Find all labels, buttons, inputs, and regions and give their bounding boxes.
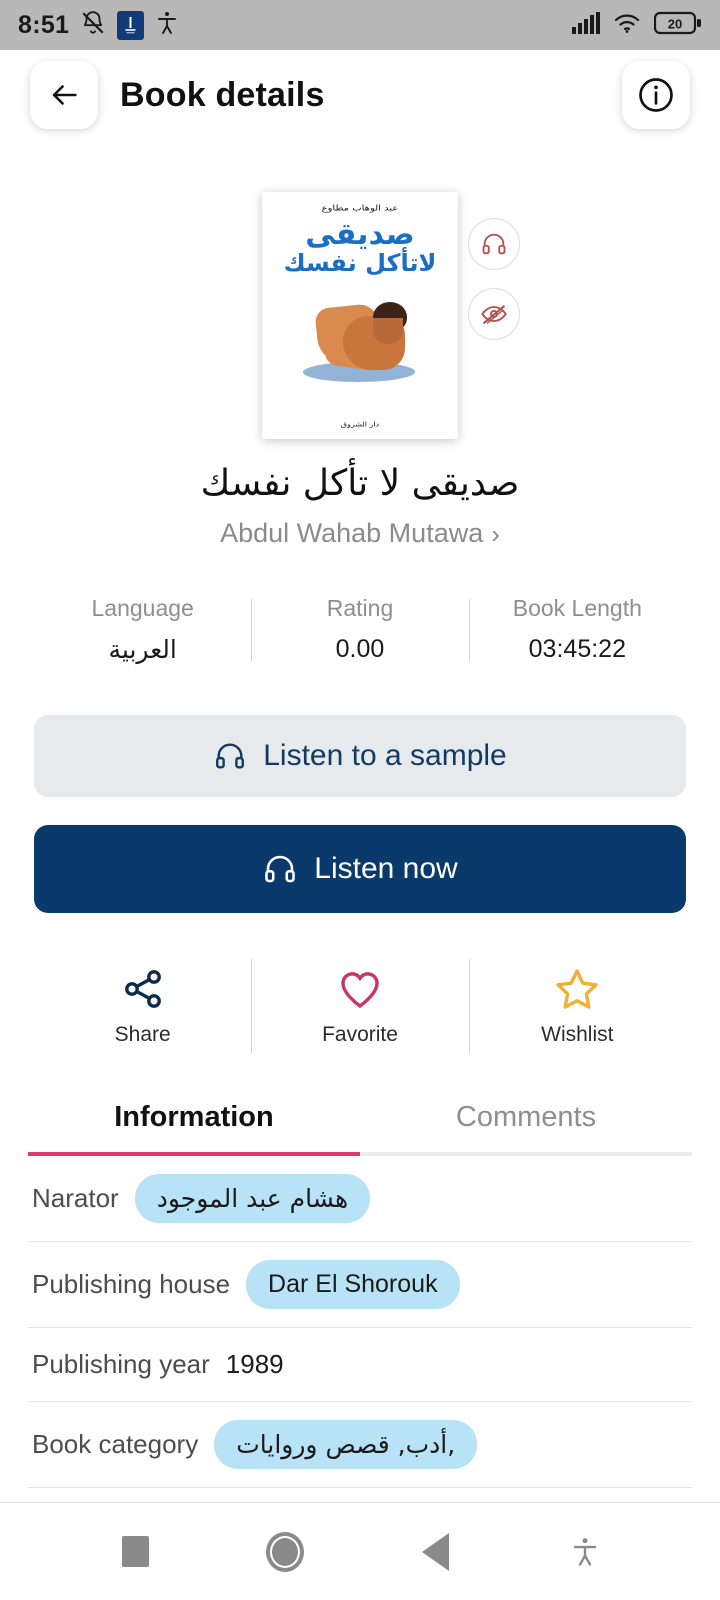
favorite-action[interactable]: Favorite xyxy=(251,959,468,1053)
cover-title-line2: لاتأكل نفسك xyxy=(283,248,438,277)
wifi-icon xyxy=(613,12,641,39)
publishing-year-value: 1989 xyxy=(225,1349,284,1379)
wishlist-label: Wishlist xyxy=(541,1023,614,1046)
book-title: صديقى لا تأكل نفسك xyxy=(200,463,520,504)
eye-off-icon xyxy=(481,304,507,325)
share-icon xyxy=(124,970,161,1008)
battery-level-text: 20 xyxy=(668,16,682,31)
publishing-house-chip[interactable]: Dar El Shorouk xyxy=(246,1260,460,1309)
share-label: Share xyxy=(114,1023,171,1046)
book-cover-image[interactable]: عبد الوهاب مطاوع صديقى لاتأكل نفسك دار ا… xyxy=(262,192,458,439)
back-button[interactable] xyxy=(400,1522,470,1582)
book-author-name: Abdul Wahab Mutawa xyxy=(220,518,484,548)
status-bar: 8:51 20 xyxy=(0,0,720,50)
back-triangle-icon xyxy=(421,1532,449,1571)
back-button[interactable] xyxy=(30,61,98,129)
accessibility-icon xyxy=(573,1537,597,1566)
recents-button[interactable] xyxy=(100,1522,170,1582)
bell-muted-icon xyxy=(80,10,106,41)
system-navigation-bar xyxy=(0,1502,720,1600)
accessibility-button[interactable] xyxy=(550,1522,620,1582)
heart-icon xyxy=(341,972,379,1009)
headphones-icon xyxy=(265,855,296,883)
app-badge-icon xyxy=(117,10,145,40)
cellular-signal-icon xyxy=(572,11,600,39)
headphones-icon xyxy=(482,233,506,255)
battery-icon: 20 xyxy=(653,10,702,41)
status-bar-right: 20 xyxy=(572,10,702,41)
listen-to-sample-label: Listen to a sample xyxy=(263,739,507,772)
cover-illustration-face xyxy=(373,317,403,344)
stat-rating: Rating 0.00 xyxy=(251,595,468,665)
cover-title-text: صديقى لاتأكل نفسك xyxy=(283,217,438,277)
app-header: Book details xyxy=(0,50,720,140)
info-icon xyxy=(639,78,673,112)
listen-now-label: Listen now xyxy=(314,852,458,885)
status-bar-left: 8:51 xyxy=(18,10,179,41)
favorite-label: Favorite xyxy=(322,1023,398,1046)
cover-author-text: عبد الوهاب مطاوع xyxy=(321,204,399,213)
stat-language: Language العربية xyxy=(34,595,251,665)
home-icon xyxy=(266,1531,304,1572)
info-button[interactable] xyxy=(622,61,690,129)
home-button[interactable] xyxy=(250,1522,320,1582)
star-icon xyxy=(556,969,599,1009)
hide-preview-button[interactable] xyxy=(468,288,520,340)
stat-label: Book Length xyxy=(512,595,642,621)
back-arrow-icon xyxy=(52,85,77,105)
page-title: Book details xyxy=(120,75,325,114)
cover-title-line1: صديقى xyxy=(305,217,417,252)
book-stats-row: Language العربية Rating 0.00 Book Length… xyxy=(0,595,720,665)
cover-illustration xyxy=(295,292,425,384)
narator-chip[interactable]: هشام عبد الموجود xyxy=(134,1174,371,1223)
accessibility-icon xyxy=(155,10,179,41)
stat-value: 03:45:22 xyxy=(528,635,626,663)
recents-icon xyxy=(121,1536,149,1567)
audio-available-button[interactable] xyxy=(468,218,520,270)
wishlist-action[interactable]: Wishlist xyxy=(468,959,686,1053)
listen-now-button[interactable]: Listen now xyxy=(34,825,686,913)
stat-value: 0.00 xyxy=(335,635,385,663)
tab-information[interactable]: Information xyxy=(28,1101,360,1156)
detail-tabs: Information Comments xyxy=(0,1101,720,1156)
info-row-label: Book category xyxy=(32,1429,199,1459)
information-list: Narator هشام عبد الموجود Publishing hous… xyxy=(0,1156,720,1488)
secondary-actions-row: Share Favorite Wishlist xyxy=(0,959,720,1053)
book-category-chip[interactable]: أدب, قصص وروايات, xyxy=(214,1420,478,1469)
info-row-book-category: Book category أدب, قصص وروايات, xyxy=(28,1402,692,1488)
book-author-link[interactable]: Abdul Wahab Mutawa › xyxy=(0,518,720,549)
tab-comments[interactable]: Comments xyxy=(360,1101,692,1156)
cover-publisher-text: دار الشروق xyxy=(340,420,380,429)
stat-value: العربية xyxy=(108,636,177,664)
listen-to-sample-button[interactable]: Listen to a sample xyxy=(34,715,686,797)
book-cover-section: عبد الوهاب مطاوع صديقى لاتأكل نفسك دار ا… xyxy=(0,192,720,439)
info-row-label: Publishing house xyxy=(32,1269,231,1299)
headphones-icon xyxy=(216,743,245,769)
stat-book-length: Book Length 03:45:22 xyxy=(468,595,686,665)
info-row-label: Narator xyxy=(32,1183,119,1213)
status-time: 8:51 xyxy=(18,10,70,39)
info-row-narator: Narator هشام عبد الموجود xyxy=(28,1156,692,1242)
share-action[interactable]: Share xyxy=(34,959,251,1053)
info-row-label: Publishing year xyxy=(32,1349,210,1379)
cover-side-actions xyxy=(468,218,520,340)
info-row-publishing-year: Publishing year 1989 xyxy=(28,1328,692,1402)
stat-label: Rating xyxy=(326,595,394,621)
primary-actions: Listen to a sample Listen now xyxy=(0,715,720,913)
chevron-right-icon: › xyxy=(491,518,500,549)
stat-label: Language xyxy=(91,595,194,621)
info-row-publishing-house: Publishing house Dar El Shorouk xyxy=(28,1242,692,1328)
